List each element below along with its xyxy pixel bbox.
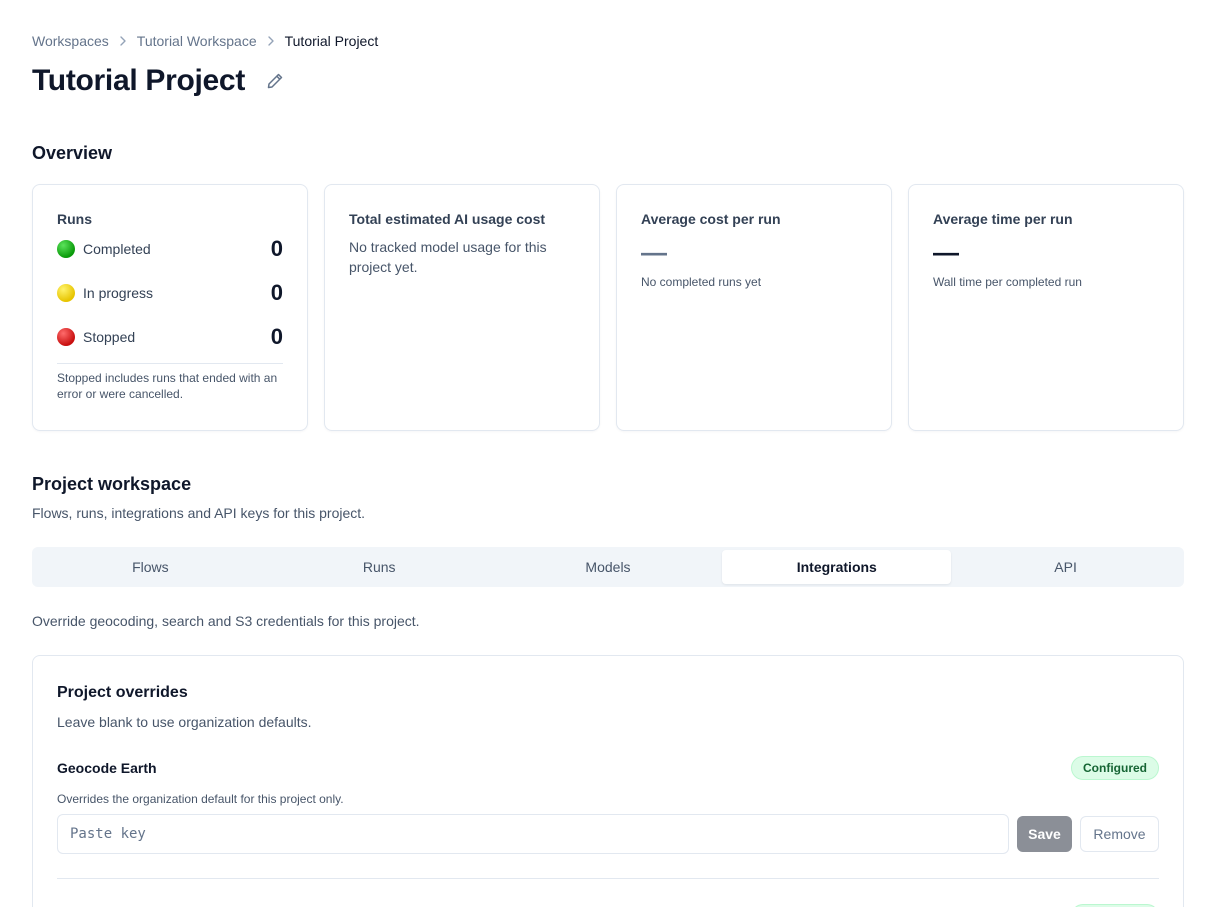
chevron-right-icon bbox=[257, 35, 285, 47]
chevron-right-icon bbox=[109, 35, 137, 47]
avg-cost-note: No completed runs yet bbox=[641, 275, 762, 289]
status-badge: Configured bbox=[1071, 756, 1159, 780]
overview-cards: Runs Completed 0 In progress 0 Stopped 0… bbox=[32, 184, 1184, 431]
avg-cost-card: Average cost per run — No completed runs… bbox=[616, 184, 892, 431]
title-row: Tutorial Project bbox=[32, 62, 287, 100]
geocode-key-input[interactable] bbox=[57, 814, 1009, 854]
geocode-key-row: Save Remove bbox=[57, 814, 1159, 854]
avg-time-card: Average time per run — Wall time per com… bbox=[908, 184, 1184, 431]
runs-in-progress-row: In progress 0 bbox=[57, 271, 283, 315]
runs-stopped-row: Stopped 0 bbox=[57, 315, 283, 359]
runs-completed-label: Completed bbox=[83, 241, 151, 257]
avg-time-label: Average time per run bbox=[933, 211, 1073, 227]
red-status-dot-icon bbox=[57, 328, 75, 346]
breadcrumb: Workspaces Tutorial Workspace Tutorial P… bbox=[32, 33, 378, 49]
integrations-description: Override geocoding, search and S3 creden… bbox=[32, 613, 420, 629]
yellow-status-dot-icon bbox=[57, 284, 75, 302]
tab-flows[interactable]: Flows bbox=[36, 550, 265, 584]
breadcrumb-current: Tutorial Project bbox=[284, 33, 379, 49]
runs-in-progress-label: In progress bbox=[83, 285, 154, 301]
cost-card: Total estimated AI usage cost No tracked… bbox=[324, 184, 600, 431]
workspace-tabs: Flows Runs Models Integrations API bbox=[32, 547, 1184, 587]
cost-card-label: Total estimated AI usage cost bbox=[349, 211, 546, 227]
breadcrumb-workspaces[interactable]: Workspaces bbox=[32, 33, 109, 49]
pencil-icon bbox=[267, 73, 283, 89]
cost-card-text: No tracked model usage for this project … bbox=[349, 239, 547, 275]
overrides-title: Project overrides bbox=[57, 684, 188, 701]
tab-models[interactable]: Models bbox=[494, 550, 723, 584]
overview-title: Overview bbox=[32, 143, 113, 163]
avg-time-note: Wall time per completed run bbox=[933, 275, 1082, 289]
runs-card-label: Runs bbox=[57, 211, 92, 227]
runs-completed-row: Completed 0 bbox=[57, 227, 283, 271]
project-overrides-panel: Project overrides Leave blank to use org… bbox=[32, 655, 1184, 907]
green-status-dot-icon bbox=[57, 240, 75, 258]
runs-stopped-label: Stopped bbox=[83, 329, 136, 345]
save-button[interactable]: Save bbox=[1017, 816, 1072, 852]
geocode-header: Geocode Earth Configured bbox=[57, 756, 1159, 780]
geocode-description: Overrides the organization default for t… bbox=[57, 792, 344, 806]
avg-time-value: — bbox=[933, 237, 959, 267]
geocode-name: Geocode Earth bbox=[57, 760, 157, 776]
tab-integrations[interactable]: Integrations bbox=[722, 550, 952, 584]
runs-stopped-count: 0 bbox=[270, 324, 283, 349]
section-divider bbox=[57, 878, 1159, 879]
page-title: Tutorial Project bbox=[32, 64, 246, 97]
overrides-subtitle: Leave blank to use organization defaults… bbox=[57, 714, 312, 730]
remove-button[interactable]: Remove bbox=[1080, 816, 1159, 852]
breadcrumb-tutorial-workspace[interactable]: Tutorial Workspace bbox=[137, 33, 257, 49]
runs-card: Runs Completed 0 In progress 0 Stopped 0… bbox=[32, 184, 308, 431]
edit-title-button[interactable] bbox=[263, 69, 287, 93]
tab-runs[interactable]: Runs bbox=[265, 550, 494, 584]
tab-api[interactable]: API bbox=[951, 550, 1180, 584]
avg-cost-label: Average cost per run bbox=[641, 211, 781, 227]
runs-in-progress-count: 0 bbox=[270, 280, 283, 305]
runs-completed-count: 0 bbox=[270, 236, 283, 261]
avg-cost-value: — bbox=[641, 237, 667, 267]
runs-note: Stopped includes runs that ended with an… bbox=[57, 363, 283, 402]
workspace-title: Project workspace bbox=[32, 474, 192, 494]
workspace-subtitle: Flows, runs, integrations and API keys f… bbox=[32, 505, 366, 521]
